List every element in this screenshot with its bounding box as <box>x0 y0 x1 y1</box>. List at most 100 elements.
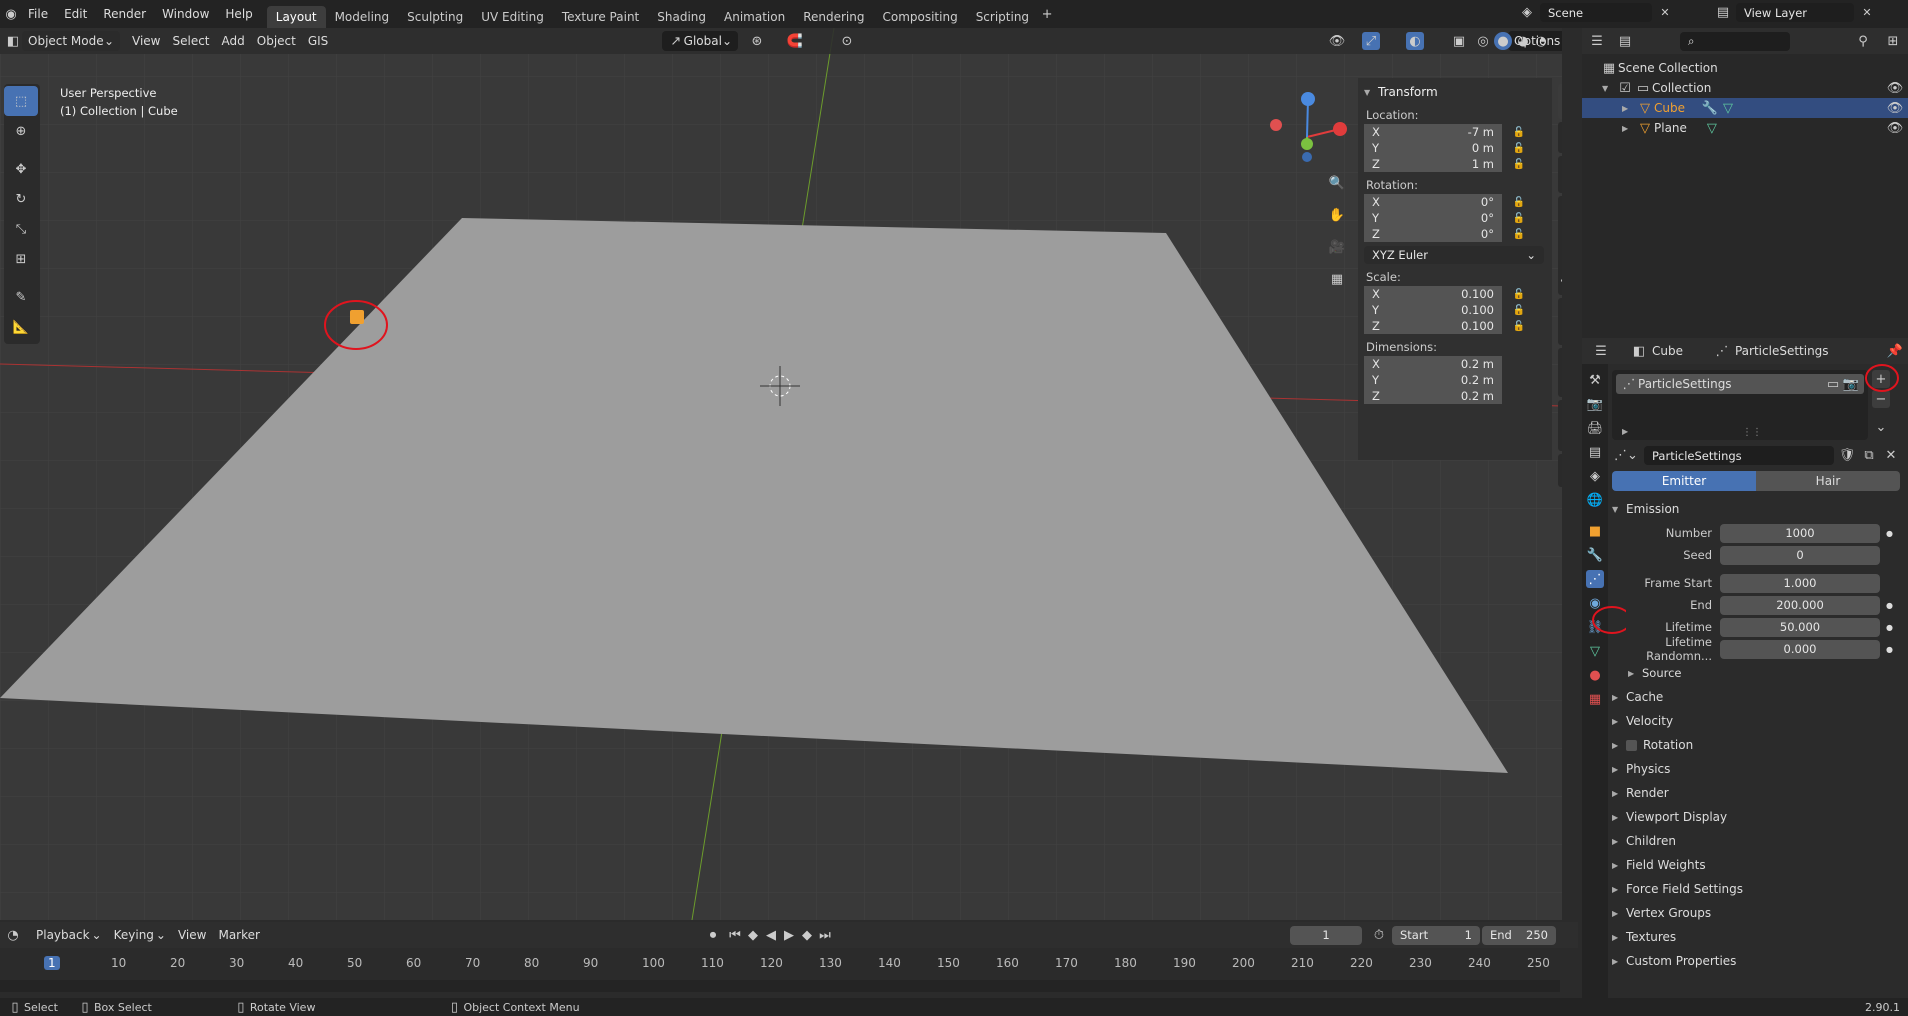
workspace-tab-animation[interactable]: Animation <box>715 6 794 28</box>
cursor-tool-icon[interactable]: ⊕ <box>4 116 38 146</box>
play-reverse-icon[interactable]: ◀ <box>762 926 780 944</box>
object-data-icon[interactable]: ▽ <box>1586 642 1604 660</box>
emitter-button[interactable]: Emitter <box>1612 471 1756 491</box>
texture-icon[interactable]: ▦ <box>1586 690 1604 708</box>
modifier-icon[interactable]: 🔧 <box>1586 546 1604 564</box>
viewport-menu-select[interactable]: Select <box>166 31 215 51</box>
stopwatch-icon[interactable]: ⏱ <box>1370 926 1388 944</box>
eye-icon[interactable]: 👁 <box>1886 119 1904 137</box>
sidebar-tab-mb-lab[interactable]: MB-Lab <box>1558 400 1562 452</box>
timeline-ruler[interactable]: 1 10 20 30 40 50 60 70 80 90 100 110 120 130 140 150 160… <box>0 952 1578 976</box>
render-icon[interactable]: 📷 <box>1586 395 1604 413</box>
sidebar-tab-osm[interactable]: osm <box>1558 454 1562 488</box>
next-keyframe-icon[interactable]: ◆ <box>798 926 816 944</box>
section-cache[interactable]: ▶ Cache <box>1612 685 1900 709</box>
view-layer-icon[interactable]: ▤ <box>1586 443 1604 461</box>
outliner-item-cube[interactable]: ▶ ▽ Cube 🔧 ▽ 👁 <box>1582 98 1908 118</box>
outliner-scene-collection[interactable]: ▦ Scene Collection <box>1582 58 1908 78</box>
world-icon[interactable]: 🌐 <box>1586 491 1604 509</box>
current-frame-field[interactable]: 1 <box>1290 925 1362 945</box>
keyframe-dot-icon[interactable]: ● <box>1886 623 1893 632</box>
wireframe-shading-icon[interactable]: ◎ <box>1474 32 1492 50</box>
checkbox-icon[interactable] <box>1626 739 1637 751</box>
particles-icon[interactable]: ⋰ <box>1586 570 1604 588</box>
material-icon[interactable]: ● <box>1586 666 1604 684</box>
rotation-mode-selector[interactable]: XYZ Euler ⌄ <box>1364 246 1544 264</box>
location-z-field[interactable]: Z 1 m <box>1364 156 1502 172</box>
timeline-menu-keying[interactable]: Keying ⌄ <box>108 925 172 945</box>
sidebar-tab-item[interactable]: Item <box>1558 84 1562 120</box>
sidebar-tab-tool[interactable]: Tool <box>1558 122 1562 154</box>
render-toggle-icon[interactable]: 📷 <box>1842 375 1860 393</box>
workspace-tab-uv-editing[interactable]: UV Editing <box>472 6 553 28</box>
scale-tool-icon[interactable]: ⤡ <box>4 214 38 244</box>
section-textures[interactable]: ▶ Textures <box>1612 925 1900 949</box>
section-custom-properties[interactable]: ▶ Custom Properties <box>1612 949 1900 973</box>
keyframe-dot-icon[interactable]: ● <box>1886 645 1893 654</box>
hair-button[interactable]: Hair <box>1756 471 1900 491</box>
zoom-icon[interactable]: 🔍 <box>1324 170 1350 196</box>
output-icon[interactable]: 🖨 <box>1586 419 1604 437</box>
emission-value-field[interactable]: 1000 <box>1720 523 1880 543</box>
filter-icon[interactable]: ⚲ <box>1854 32 1872 50</box>
scale-z-field[interactable]: Z 0.100 <box>1364 318 1502 334</box>
scene-selector[interactable]: Scene <box>1540 3 1652 22</box>
viewport-menu-object[interactable]: Object <box>251 31 302 51</box>
move-tool-icon[interactable]: ✥ <box>4 154 38 184</box>
xray-icon[interactable]: ▣ <box>1450 32 1468 50</box>
editor-type-icon[interactable]: ☰ <box>1592 342 1610 360</box>
timeline-menu-playback[interactable]: Playback ⌄ <box>30 925 108 945</box>
tool-icon[interactable]: ⚒ <box>1586 371 1604 389</box>
add-workspace-icon[interactable]: + <box>1038 5 1056 23</box>
menu-edit[interactable]: Edit <box>56 0 95 28</box>
menu-window[interactable]: Window <box>154 0 217 28</box>
jump-end-icon[interactable]: ⏭ <box>816 926 834 944</box>
close-icon[interactable]: ✕ <box>1858 4 1876 22</box>
sidebar-tab-create[interactable]: Create <box>1558 298 1562 345</box>
annotate-tool-icon[interactable]: ✎ <box>4 282 38 312</box>
overlay-toggle-icon[interactable]: ◐ <box>1406 32 1424 50</box>
emission-value-field[interactable]: 0 <box>1720 545 1880 565</box>
play-icon[interactable]: ▶ <box>780 926 798 944</box>
view-layer-selector[interactable]: View Layer <box>1736 3 1854 22</box>
blender-logo-icon[interactable]: ◉ <box>2 5 20 23</box>
scale-y-field[interactable]: Y 0.100 <box>1364 302 1502 318</box>
rotate-tool-icon[interactable]: ↻ <box>4 184 38 214</box>
particle-settings-name[interactable]: ParticleSettings <box>1644 446 1834 465</box>
scene-icon[interactable]: ◈ <box>1586 467 1604 485</box>
workspace-tab-compositing[interactable]: Compositing <box>873 6 966 28</box>
pivot-icon[interactable]: ⊛ <box>748 32 766 50</box>
transform-tool-icon[interactable]: ⊞ <box>4 244 38 274</box>
record-icon[interactable]: ⏺ <box>704 926 722 944</box>
object-props-icon[interactable]: ■ <box>1586 522 1604 540</box>
scene-icon[interactable]: ◈ <box>1518 4 1536 22</box>
gizmo-toggle-icon[interactable]: ⤢ <box>1362 32 1380 50</box>
workspace-tab-sculpting[interactable]: Sculpting <box>398 6 472 28</box>
menu-help[interactable]: Help <box>217 0 260 28</box>
duplicate-icon[interactable]: ⧉ <box>1860 447 1878 465</box>
snap-icon[interactable]: 🧲 <box>786 32 804 50</box>
lock-icon[interactable]: 🔓 <box>1510 155 1528 173</box>
viewport-menu-gis[interactable]: GIS <box>302 31 334 51</box>
rotation-z-field[interactable]: Z 0° <box>1364 226 1502 242</box>
eye-icon[interactable]: 👁 <box>1886 79 1904 97</box>
3d-viewport[interactable]: ◧ Object Mode ⌄ View Select Add Object GIS ↗ G… <box>0 28 1562 920</box>
rotation-x-field[interactable]: X 0° <box>1364 194 1502 210</box>
material-shading-icon[interactable]: ◕ <box>1514 32 1532 50</box>
display-mode-icon[interactable]: ▤ <box>1616 32 1634 50</box>
section-field-weights[interactable]: ▶ Field Weights <box>1612 853 1900 877</box>
camera-view-icon[interactable]: 🎥 <box>1324 234 1350 260</box>
measure-tool-icon[interactable]: 📐 <box>4 312 38 342</box>
timeline-menu-marker[interactable]: Marker <box>212 925 265 945</box>
viewport-menu-view[interactable]: View <box>126 31 166 51</box>
particle-settings-icon[interactable]: ⋰⌄ <box>1612 447 1640 465</box>
visibility-icon[interactable]: 👁 <box>1328 32 1346 50</box>
start-frame-field[interactable]: Start 1 <box>1392 925 1480 945</box>
workspace-tab-rendering[interactable]: Rendering <box>794 6 873 28</box>
menu-render[interactable]: Render <box>95 0 154 28</box>
emission-value-field[interactable]: 0.000 <box>1720 639 1880 659</box>
section-rotation[interactable]: ▶ Rotation <box>1612 733 1900 757</box>
pin-icon[interactable]: 📌 <box>1886 342 1904 360</box>
prev-keyframe-icon[interactable]: ◆ <box>744 926 762 944</box>
outliner-item-plane[interactable]: ▶ ▽ Plane ▽ 👁 <box>1582 118 1908 138</box>
